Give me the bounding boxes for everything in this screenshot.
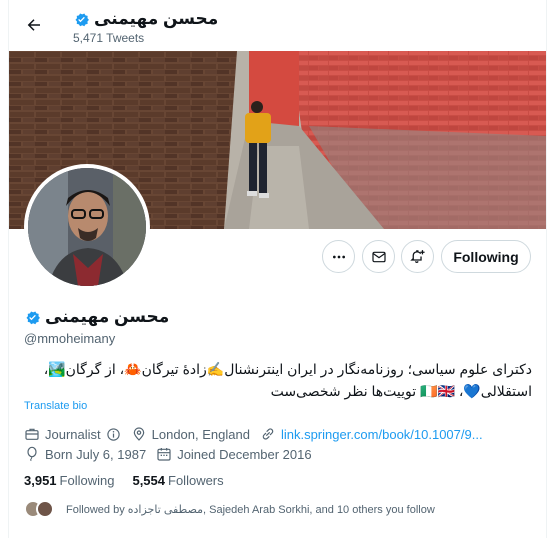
location-pin-icon — [133, 427, 144, 441]
website-link[interactable]: link.springer.com/book/10.1007/9... — [281, 427, 483, 442]
joined-item: Joined December 2016 — [156, 446, 312, 462]
avatar — [36, 500, 54, 518]
profile-name: محسن مهیمنی — [45, 307, 170, 326]
profile-header: محسن مهیمنی 5,471 Tweets — [9, 0, 546, 51]
location-item: London, England — [131, 426, 250, 442]
briefcase-icon — [25, 428, 39, 440]
followers-count-label: Followers — [168, 473, 224, 488]
calendar-icon — [157, 448, 171, 461]
profile-meta-row-2: Born July 6, 1987 Joined December 2016 — [24, 446, 322, 462]
bell-plus-icon — [410, 250, 425, 263]
profile-meta-row-1: Journalist London, England link.springer… — [24, 426, 493, 442]
birthday-label: Born July 6, 1987 — [45, 446, 147, 462]
header-name: محسن مهیمنی — [94, 9, 219, 28]
header-title: محسن مهیمنی — [73, 9, 218, 29]
profile-handle: @mmoheimany — [24, 331, 116, 346]
category-item: Journalist — [24, 426, 121, 442]
following-count-label: Following — [59, 473, 115, 488]
arrow-left-icon — [27, 19, 40, 31]
back-button[interactable] — [21, 12, 47, 38]
balloon-icon — [27, 446, 37, 462]
tweets-count: 5,471 Tweets — [73, 31, 145, 45]
verified-badge-icon — [73, 11, 90, 28]
joined-label: Joined December 2016 — [177, 446, 312, 462]
birthday-item: Born July 6, 1987 — [24, 446, 146, 462]
followed-by-row[interactable]: Followed by مصطفی تاجزاده, Sajedeh Arab … — [24, 500, 435, 518]
more-dots-icon — [332, 255, 345, 258]
mail-icon — [371, 251, 386, 262]
avatar-image — [28, 168, 146, 286]
profile-page: محسن مهیمنی 5,471 Tweets Following محسن … — [0, 0, 549, 538]
followed-by-text: Followed by مصطفی تاجزاده, Sajedeh Arab … — [66, 503, 435, 516]
info-icon[interactable] — [106, 427, 121, 442]
location-label: London, England — [151, 426, 250, 442]
verified-badge-icon — [24, 309, 41, 326]
follower-avatars — [24, 500, 58, 518]
notifications-button[interactable] — [401, 240, 434, 273]
followers-count-link[interactable]: 5,554 Followers — [132, 473, 223, 488]
translate-bio-link[interactable]: Translate bio — [24, 400, 87, 412]
profile-name-row: محسن مهیمنی — [24, 307, 169, 327]
following-count-link[interactable]: 3,951 Following — [24, 473, 114, 488]
website-item: link.springer.com/book/10.1007/9... — [260, 426, 483, 442]
follow-counts: 3,951 Following 5,554 Followers — [24, 473, 224, 488]
profile-bio: دکترای علوم سیاسی؛ روزنامه‌نگار در ایران… — [43, 361, 532, 399]
followers-count: 5,554 — [132, 473, 166, 488]
profile-avatar[interactable] — [24, 164, 150, 290]
more-button[interactable] — [322, 240, 355, 273]
link-icon — [262, 428, 274, 440]
column-border-right — [546, 0, 547, 538]
message-button[interactable] — [362, 240, 395, 273]
following-button[interactable]: Following — [441, 240, 531, 273]
following-count: 3,951 — [24, 473, 57, 488]
category-label: Journalist — [45, 426, 101, 442]
